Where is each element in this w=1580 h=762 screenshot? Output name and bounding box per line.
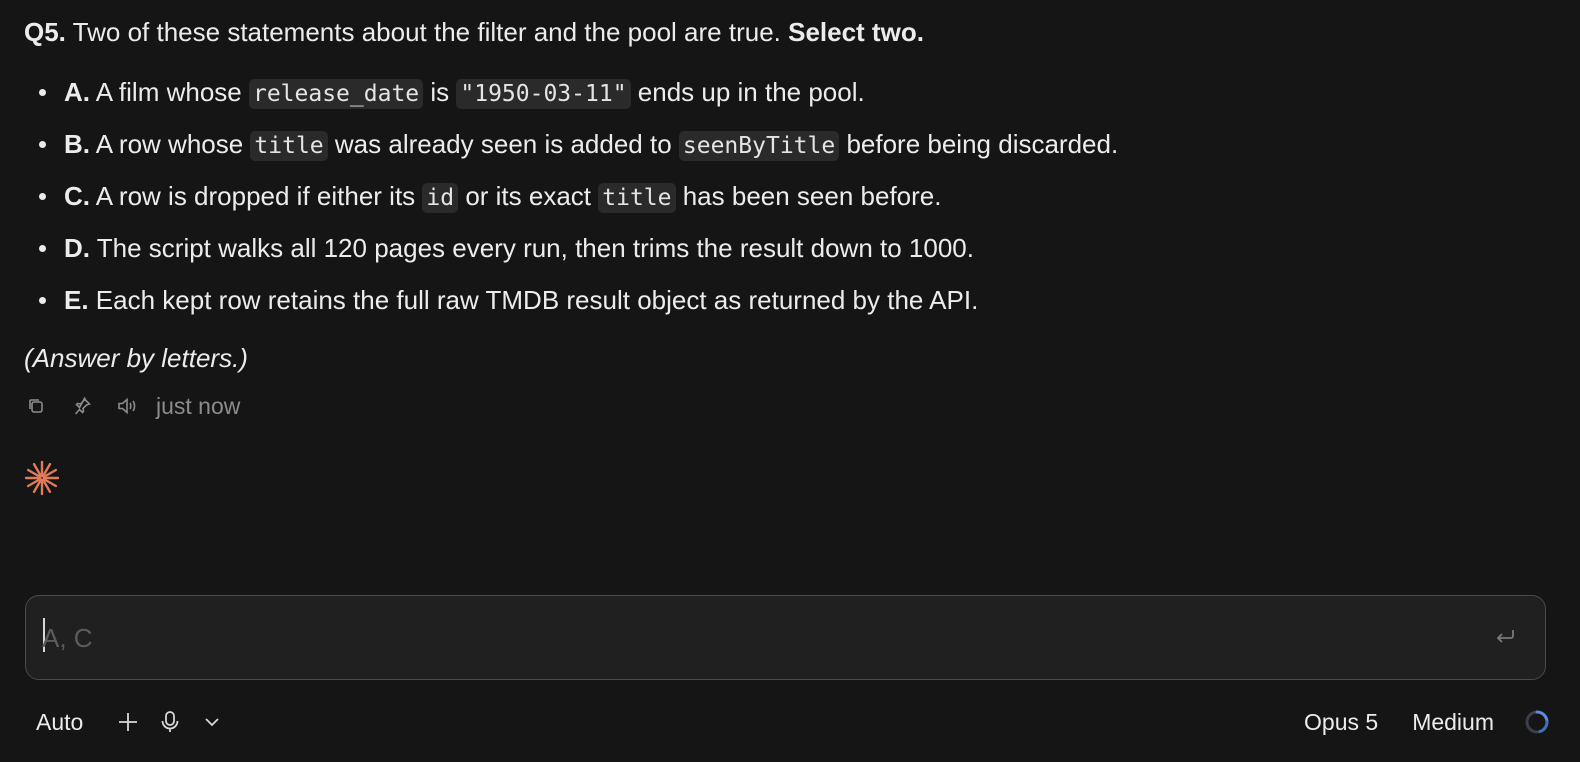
options-list: A. A film whose release_date is "1950-03… (24, 72, 1118, 332)
option-text: was already seen is added to (327, 129, 679, 159)
answer-input[interactable] (42, 616, 1462, 660)
chat-page: Q5. Two of these statements about the fi… (0, 0, 1580, 762)
question-text: Two of these statements about the filter… (65, 17, 789, 47)
option-letter: A. (64, 77, 90, 107)
option-text: A row is dropped if either its (90, 181, 423, 211)
option-text: A row whose (90, 129, 251, 159)
option-text: before being discarded. (839, 129, 1119, 159)
pin-icon[interactable] (70, 394, 94, 418)
speaker-icon[interactable] (116, 394, 140, 418)
option-c: C. A row is dropped if either its id or … (24, 176, 1118, 228)
option-letter: E. (64, 285, 89, 315)
inline-code: release_date (248, 79, 424, 109)
option-letter: D. (64, 233, 90, 263)
option-text: ends up in the pool. (630, 77, 865, 107)
question-number: Q5. (24, 17, 66, 47)
effort-selector[interactable]: Medium (1412, 709, 1494, 736)
option-text: is (423, 77, 457, 107)
inline-code: seenByTitle (678, 131, 840, 161)
inline-code: title (250, 131, 328, 161)
plus-icon[interactable] (115, 709, 141, 735)
option-e: E. Each kept row retains the full raw TM… (24, 280, 1118, 332)
option-letter: B. (64, 129, 90, 159)
microphone-icon[interactable] (157, 709, 183, 735)
question-instruction: Select two. (788, 17, 924, 47)
composer-toolbar-left: Auto (36, 704, 241, 740)
option-text: A film whose (90, 77, 249, 107)
composer[interactable] (25, 595, 1546, 680)
option-b: B. A row whose title was already seen is… (24, 124, 1118, 176)
enter-icon[interactable] (1493, 624, 1517, 648)
option-letter: C. (64, 181, 90, 211)
option-d: D. The script walks all 120 pages every … (24, 228, 1118, 280)
model-selector[interactable]: Opus 5 (1304, 709, 1378, 736)
copy-icon[interactable] (24, 394, 48, 418)
option-text: Each kept row retains the full raw TMDB … (88, 285, 979, 315)
option-text: has been seen before. (675, 181, 942, 211)
inline-code: title (598, 183, 676, 213)
chevron-down-icon[interactable] (199, 709, 225, 735)
message-actions: just now (24, 392, 240, 420)
answer-hint: (Answer by letters.) (24, 343, 248, 373)
option-text: or its exact (458, 181, 599, 211)
inline-code: "1950-03-11" (456, 79, 631, 109)
mode-selector[interactable]: Auto (36, 709, 83, 736)
option-a: A. A film whose release_date is "1950-03… (24, 72, 1118, 124)
sparkle-icon (24, 460, 60, 496)
composer-toolbar-right: Opus 5 Medium (1304, 704, 1550, 740)
inline-code: id (422, 183, 459, 213)
spinner-icon (1524, 709, 1550, 735)
question-heading: Q5. Two of these statements about the fi… (24, 14, 924, 50)
message-timestamp: just now (156, 392, 241, 419)
option-text: The script walks all 120 pages every run… (90, 233, 974, 263)
